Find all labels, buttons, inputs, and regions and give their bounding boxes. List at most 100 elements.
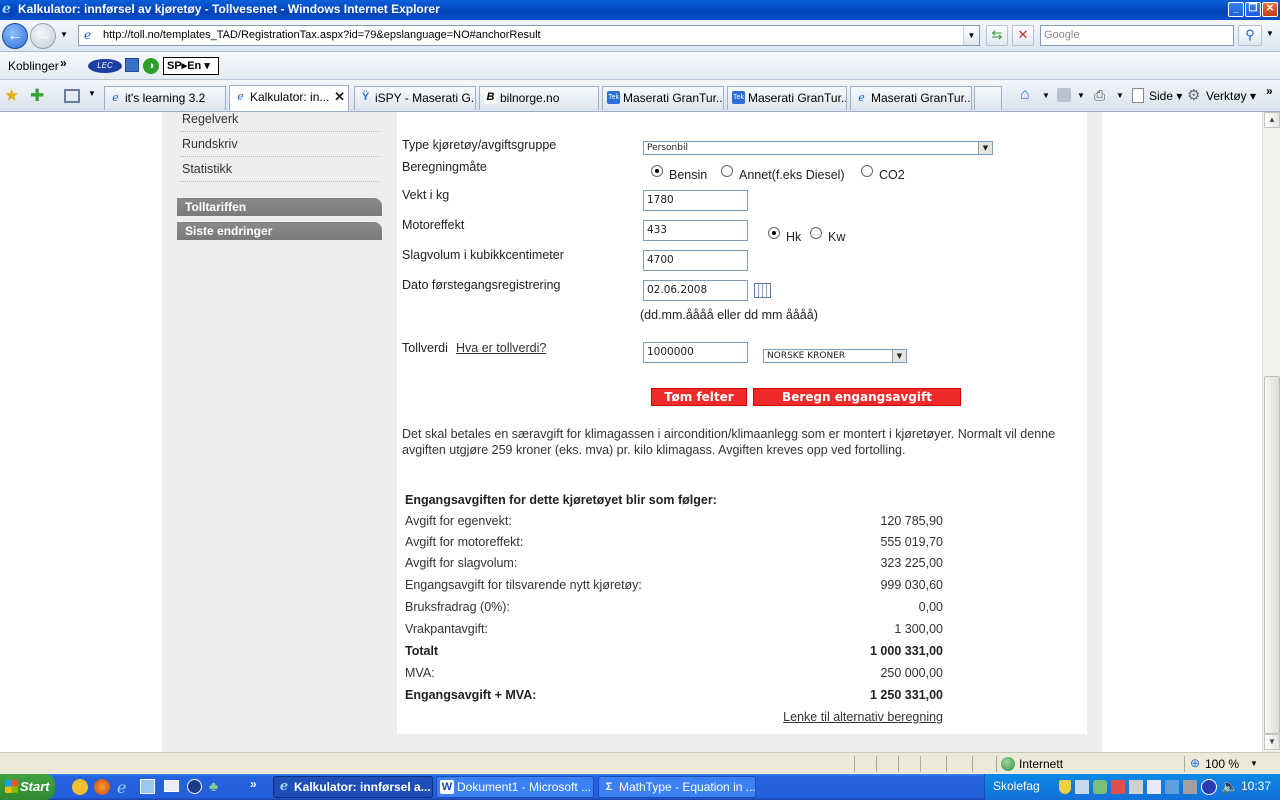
- tray-disk-icon[interactable]: [1183, 780, 1197, 794]
- tray-bluetooth-icon[interactable]: [1165, 780, 1179, 794]
- tray-app-icon[interactable]: [1075, 780, 1089, 794]
- radio-hk[interactable]: [768, 227, 780, 239]
- address-input[interactable]: e http://toll.no/templates_TAD/Registrat…: [78, 25, 980, 46]
- stop-icon[interactable]: ✕: [1012, 25, 1034, 46]
- taskbar-item-word[interactable]: W Dokument1 - Microsoft ...: [436, 776, 594, 798]
- displacement-input[interactable]: 4700: [643, 250, 748, 271]
- tab-label: Maserati GranTur...: [748, 91, 847, 105]
- page-menu[interactable]: Side ▾: [1149, 89, 1182, 103]
- feeds-dropdown-icon[interactable]: ▼: [1077, 91, 1085, 100]
- clock[interactable]: 10:37: [1241, 779, 1271, 793]
- feeds-icon[interactable]: [1057, 88, 1071, 102]
- close-tab-icon[interactable]: ✕: [334, 86, 345, 108]
- translator-dropdown[interactable]: SP▸En ▾: [163, 57, 219, 75]
- customs-value-help-link[interactable]: Hva er tollverdi?: [456, 341, 546, 355]
- search-input[interactable]: Google: [1040, 25, 1234, 46]
- taskbar-item-mathtype[interactable]: Σ MathType - Equation in ...: [598, 776, 756, 798]
- lec-icon[interactable]: LEC: [88, 59, 122, 73]
- new-tab-button[interactable]: [974, 86, 1002, 110]
- zoom-dropdown-icon[interactable]: ▼: [1250, 759, 1258, 768]
- vertical-scrollbar[interactable]: ▲ ▼: [1262, 112, 1280, 752]
- tray-label[interactable]: Skolefag: [993, 779, 1040, 793]
- quicklaunch-chevron-icon[interactable]: »: [250, 777, 257, 791]
- address-dropdown-icon[interactable]: ▼: [963, 26, 979, 45]
- tab-ispy[interactable]: Ÿ iSPY - Maserati G...: [354, 86, 476, 110]
- radio-annet[interactable]: [721, 165, 733, 177]
- taskbar-item-ie[interactable]: e Kalkulator: innførsel a...: [273, 776, 433, 798]
- commandbar-chevron-icon[interactable]: »: [1266, 84, 1273, 98]
- forward-button[interactable]: →: [30, 23, 56, 49]
- links-chevron-icon[interactable]: »: [60, 56, 67, 70]
- security-shield-icon[interactable]: [1059, 780, 1071, 794]
- power-input[interactable]: 433: [643, 220, 748, 241]
- tab-itslearning[interactable]: e it's learning 3.2: [104, 86, 226, 110]
- result-heading: Engangsavgiften for dette kjøretøyet bli…: [405, 493, 717, 507]
- tray-volume-icon[interactable]: 🔈: [1221, 778, 1238, 795]
- tab-maserati-1[interactable]: Tek Maserati GranTur...: [602, 86, 724, 110]
- start-button[interactable]: Start: [0, 774, 55, 800]
- weight-label: Vekt i kg: [402, 188, 450, 202]
- currency-select[interactable]: NORSKE KRONER ▼: [763, 349, 907, 363]
- tools-menu[interactable]: Verktøy ▾: [1206, 89, 1256, 103]
- task-label: Kalkulator: innførsel a...: [294, 780, 431, 794]
- quicklaunch-firefox-icon[interactable]: [94, 779, 110, 795]
- minimize-button[interactable]: _: [1228, 2, 1244, 17]
- search-options-icon[interactable]: ▼: [1266, 29, 1274, 38]
- scroll-down-icon[interactable]: ▼: [1264, 734, 1280, 750]
- print-dropdown-icon[interactable]: ▼: [1116, 91, 1124, 100]
- radio-kw[interactable]: [810, 227, 822, 239]
- tray-antivirus-icon[interactable]: [1111, 780, 1125, 794]
- tab-label: bilnorge.no: [500, 91, 560, 105]
- tray-device-icon[interactable]: [1129, 780, 1143, 794]
- maximize-button[interactable]: ❐: [1245, 2, 1261, 17]
- quicklaunch-ie-icon[interactable]: e: [117, 778, 126, 797]
- quicklaunch-desktop-icon[interactable]: [140, 779, 155, 794]
- quicklaunch-outlook-icon[interactable]: [164, 780, 179, 792]
- date-input[interactable]: 02.06.2008: [643, 280, 748, 301]
- zoom-level[interactable]: 100 %: [1205, 757, 1239, 771]
- sidebar-item-statistikk[interactable]: Statistikk: [182, 162, 232, 176]
- scroll-thumb[interactable]: [1264, 376, 1280, 734]
- tab-kalkulator[interactable]: e Kalkulator: in... ✕: [229, 85, 349, 111]
- close-button[interactable]: ✕: [1262, 2, 1278, 17]
- back-button[interactable]: ←: [2, 23, 28, 49]
- home-icon[interactable]: ⌂: [1020, 86, 1030, 104]
- window-titlebar[interactable]: e Kalkulator: innførsel av kjøretøy - To…: [0, 0, 1280, 20]
- scroll-up-icon[interactable]: ▲: [1264, 112, 1280, 128]
- tray-msn-icon[interactable]: [1201, 779, 1217, 795]
- tray-network-icon[interactable]: [1093, 780, 1107, 794]
- taskbar: Start e ♣ » e Kalkulator: innførsel a...…: [0, 774, 1280, 800]
- customs-value-input[interactable]: 1000000: [643, 342, 748, 363]
- home-dropdown-icon[interactable]: ▼: [1042, 91, 1050, 100]
- sidebar-item-regelverk[interactable]: Regelverk: [182, 112, 238, 126]
- alternative-calculation-link[interactable]: Lenke til alternativ beregning: [783, 710, 943, 724]
- print-icon[interactable]: ⎙: [1094, 87, 1105, 104]
- vehicle-type-select[interactable]: Personbil ▼: [643, 141, 993, 155]
- sidebar-header-siste-endringer[interactable]: Siste endringer: [177, 222, 382, 240]
- history-dropdown-icon[interactable]: ▼: [60, 30, 68, 39]
- vehicle-type-label: Type kjøretøy/avgiftsgruppe: [402, 138, 557, 152]
- add-favorite-icon[interactable]: ✚: [30, 86, 44, 106]
- favorites-star-icon[interactable]: ★: [4, 86, 19, 106]
- radio-bensin[interactable]: [651, 165, 663, 177]
- tab-maserati-2[interactable]: Tek Maserati GranTur...: [727, 86, 847, 110]
- weight-input[interactable]: 1780: [643, 190, 748, 211]
- tab-bilnorge[interactable]: B bilnorge.no: [479, 86, 599, 110]
- tab-maserati-3[interactable]: e Maserati GranTur...: [850, 86, 972, 110]
- quick-tabs-icon[interactable]: [64, 89, 80, 103]
- refresh-icon[interactable]: ⇆: [986, 25, 1008, 46]
- monitor-icon[interactable]: [125, 58, 139, 72]
- tab-list-icon[interactable]: ▼: [88, 89, 96, 98]
- calendar-icon[interactable]: [754, 283, 771, 298]
- green-circle-icon[interactable]: ◑: [143, 58, 159, 74]
- sidebar-item-rundskriv[interactable]: Rundskriv: [182, 137, 238, 151]
- quicklaunch-users-icon[interactable]: ♣: [209, 778, 218, 794]
- clear-fields-button[interactable]: Tøm felter: [651, 388, 747, 406]
- tray-printer-icon[interactable]: [1147, 780, 1161, 794]
- sidebar-header-tolltariffen[interactable]: Tolltariffen: [177, 198, 382, 216]
- quicklaunch-mediaplayer-icon[interactable]: [187, 779, 202, 794]
- quicklaunch-messenger-icon[interactable]: [72, 779, 88, 795]
- radio-co2[interactable]: [861, 165, 873, 177]
- calculate-button[interactable]: Beregn engangsavgift: [753, 388, 961, 406]
- search-icon[interactable]: ⚲: [1238, 25, 1262, 46]
